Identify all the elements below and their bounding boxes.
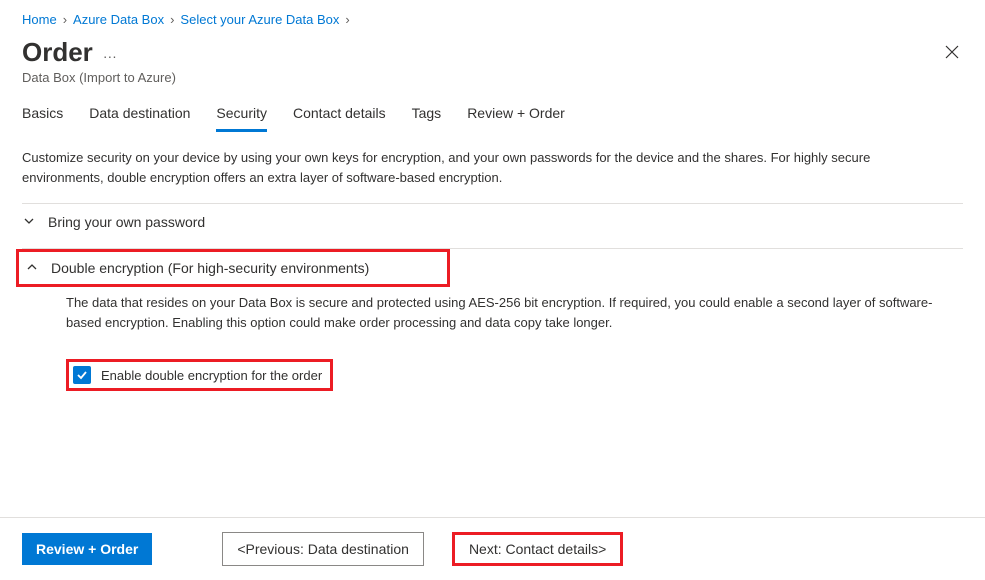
previous-button[interactable]: <Previous: Data destination [222, 532, 424, 566]
close-button[interactable] [941, 41, 963, 66]
section-byop: Bring your own password [22, 203, 963, 240]
page-title: Order [22, 37, 93, 68]
footer: Review + Order <Previous: Data destinati… [0, 517, 985, 580]
more-actions-button[interactable]: ··· [103, 42, 117, 64]
tab-basics[interactable]: Basics [22, 99, 63, 132]
enable-double-encryption-row: Enable double encryption for the order [66, 359, 333, 391]
chevron-down-icon [22, 215, 36, 230]
enable-double-encryption-checkbox[interactable] [73, 366, 91, 384]
page-description: Customize security on your device by usi… [0, 132, 920, 195]
section-byop-title: Bring your own password [48, 214, 205, 230]
section-double-encryption-header[interactable]: Double encryption (For high-security env… [16, 249, 450, 287]
breadcrumb-azure-data-box[interactable]: Azure Data Box [73, 12, 164, 27]
tab-data-destination[interactable]: Data destination [89, 99, 190, 132]
chevron-up-icon [25, 261, 39, 276]
tab-security[interactable]: Security [216, 99, 267, 132]
section-double-encryption-body: The data that resides on your Data Box i… [22, 287, 942, 347]
chevron-right-icon: › [170, 12, 174, 27]
tab-tags[interactable]: Tags [412, 99, 442, 132]
tab-contact-details[interactable]: Contact details [293, 99, 386, 132]
check-icon [76, 369, 88, 381]
page-subtitle: Data Box (Import to Azure) [0, 68, 985, 99]
close-icon [945, 45, 959, 59]
tabs: Basics Data destination Security Contact… [0, 99, 985, 132]
chevron-right-icon: › [345, 12, 349, 27]
next-button[interactable]: Next: Contact details> [452, 532, 623, 566]
enable-double-encryption-label: Enable double encryption for the order [101, 368, 322, 383]
tab-review-order[interactable]: Review + Order [467, 99, 565, 132]
breadcrumb-select-data-box[interactable]: Select your Azure Data Box [180, 12, 339, 27]
chevron-right-icon: › [63, 12, 67, 27]
breadcrumb-home[interactable]: Home [22, 12, 57, 27]
review-order-button[interactable]: Review + Order [22, 533, 152, 565]
section-byop-header[interactable]: Bring your own password [22, 204, 963, 240]
section-double-encryption: Double encryption (For high-security env… [22, 248, 963, 391]
section-double-encryption-title: Double encryption (For high-security env… [51, 260, 369, 276]
breadcrumb: Home › Azure Data Box › Select your Azur… [0, 0, 985, 33]
